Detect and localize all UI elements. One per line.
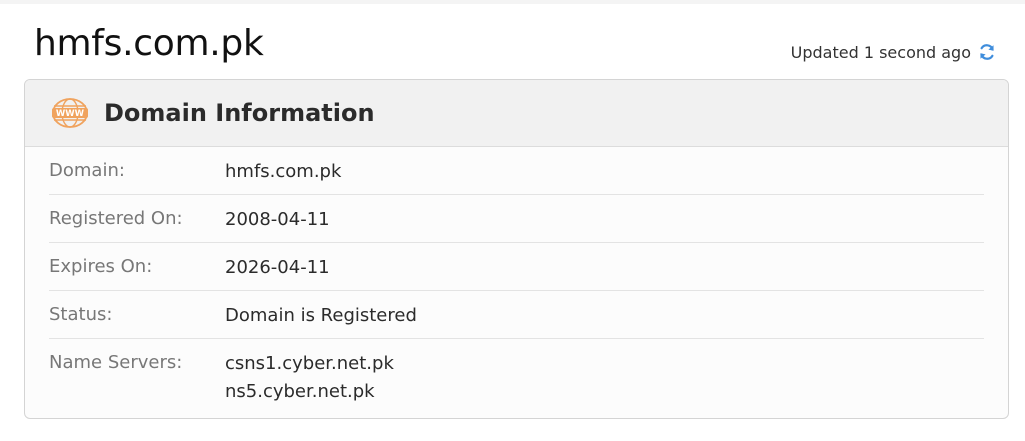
svg-text:WWW: WWW — [56, 109, 85, 119]
name-servers-list: csns1.cyber.net.pk ns5.cyber.net.pk — [225, 350, 394, 406]
www-globe-icon: WWW — [51, 98, 89, 128]
row-label: Name Servers: — [49, 352, 183, 373]
row-name-servers: Name Servers: csns1.cyber.net.pk ns5.cyb… — [49, 339, 984, 406]
card-header: WWW Domain Information — [25, 80, 1008, 147]
row-value: hmfs.com.pk — [225, 161, 342, 182]
row-registered-on: Registered On: 2008-04-11 — [49, 195, 984, 243]
updated-status: Updated 1 second ago — [791, 40, 997, 64]
refresh-icon[interactable] — [977, 42, 997, 62]
row-label: Status: — [49, 304, 113, 325]
row-value: 2008-04-11 — [225, 209, 330, 230]
row-status: Status: Domain is Registered — [49, 291, 984, 339]
row-value: 2026-04-11 — [225, 257, 330, 278]
row-label: Domain: — [49, 160, 125, 181]
row-domain: Domain: hmfs.com.pk — [49, 147, 984, 195]
card-title: Domain Information — [104, 99, 375, 127]
row-label: Expires On: — [49, 256, 153, 277]
domain-info-card: WWW Domain Information Domain: hmfs.com.… — [24, 79, 1009, 419]
page-title: hmfs.com.pk — [34, 23, 264, 64]
page-header: hmfs.com.pk Updated 1 second ago — [0, 0, 1025, 80]
name-server-item: ns5.cyber.net.pk — [225, 381, 375, 402]
row-expires-on: Expires On: 2026-04-11 — [49, 243, 984, 291]
row-label: Registered On: — [49, 208, 183, 229]
updated-text: Updated 1 second ago — [790, 42, 971, 62]
row-value: Domain is Registered — [225, 305, 417, 326]
info-rows: Domain: hmfs.com.pk Registered On: 2008-… — [25, 147, 1008, 406]
name-server-item: csns1.cyber.net.pk — [225, 353, 394, 374]
